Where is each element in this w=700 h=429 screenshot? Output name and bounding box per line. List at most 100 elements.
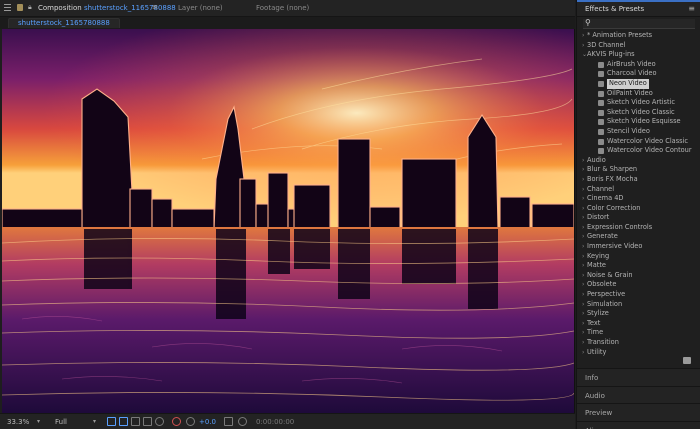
effects-search-input[interactable] — [597, 20, 691, 28]
effects-category[interactable]: › Matte — [577, 261, 700, 271]
chevron-right-icon[interactable]: › — [582, 328, 584, 338]
comp-tab[interactable]: shutterstock_1165780888 — [8, 18, 120, 28]
effects-category[interactable]: › Distort — [577, 213, 700, 223]
transparency-grid-icon[interactable] — [119, 417, 128, 426]
effects-category[interactable]: › Generate — [577, 232, 700, 242]
effects-category[interactable]: › Keying — [577, 252, 700, 262]
current-time-display[interactable]: 0:00:00:00 — [256, 417, 296, 427]
effects-category-label: Keying — [587, 251, 610, 260]
chevron-right-icon[interactable]: › — [582, 338, 584, 348]
magnification-dropdown[interactable]: 33.3% ▾ — [4, 417, 42, 427]
effects-category[interactable]: › Noise & Grain — [577, 271, 700, 281]
effects-category[interactable]: › Audio — [577, 156, 700, 166]
chevron-right-icon[interactable]: › — [582, 223, 584, 233]
chevron-right-icon[interactable]: › — [582, 280, 584, 290]
effects-category[interactable]: › Cinema 4D — [577, 194, 700, 204]
effects-category-label: Color Correction — [587, 203, 641, 212]
effects-search-box[interactable]: ⚲ — [583, 18, 695, 29]
effects-category[interactable]: › Transition — [577, 338, 700, 348]
audio-panel-header[interactable]: Audio — [577, 386, 700, 404]
chevron-right-icon[interactable]: › — [582, 252, 584, 262]
camera-snapshot-icon[interactable] — [224, 417, 233, 426]
effects-category-label: Transition — [587, 338, 619, 346]
chevron-right-icon[interactable]: › — [582, 194, 584, 204]
preview-panel-header[interactable]: Preview — [577, 403, 700, 421]
effects-category-label: Text — [587, 318, 601, 327]
effects-category-label: Channel — [587, 184, 615, 193]
neon-skyline-image — [2, 29, 574, 413]
color-management-icon[interactable] — [186, 417, 195, 426]
effects-category[interactable]: › Channel — [577, 185, 700, 195]
effects-category[interactable]: › Simulation — [577, 300, 700, 310]
effect-item[interactable]: Stencil Video — [577, 127, 700, 137]
effects-category[interactable]: › Utility — [577, 348, 700, 358]
chevron-right-icon[interactable]: › — [582, 261, 584, 271]
effect-item[interactable]: Sketch Video Artistic — [577, 98, 700, 108]
effects-category[interactable]: › Boris FX Mocha — [577, 175, 700, 185]
effects-category-label: Obsolete — [587, 280, 617, 289]
chevron-right-icon[interactable]: › — [582, 185, 584, 195]
chevron-right-icon[interactable]: › — [582, 271, 584, 281]
footage-viewer-tab[interactable]: Footage (none) — [256, 4, 309, 12]
chevron-right-icon[interactable]: › — [582, 232, 584, 242]
effects-category[interactable]: › Color Correction — [577, 204, 700, 214]
effect-item[interactable]: Watercolor Video Contour — [577, 146, 700, 156]
chevron-right-icon[interactable]: › — [582, 300, 584, 310]
effect-item[interactable]: Neon Video — [577, 78, 700, 89]
chevron-right-icon[interactable]: › — [582, 165, 584, 175]
effects-category-label: Utility — [587, 347, 607, 356]
toggle-guides-icon[interactable] — [155, 417, 164, 426]
region-of-interest-icon[interactable] — [143, 417, 152, 426]
composition-viewer[interactable] — [2, 29, 574, 413]
effects-category[interactable]: › Time — [577, 328, 700, 338]
chevron-right-icon[interactable]: › — [582, 175, 584, 185]
chevron-right-icon[interactable]: › — [582, 290, 584, 300]
hamburger-menu-icon[interactable]: ≡ — [688, 4, 695, 13]
effects-category[interactable]: › Obsolete — [577, 280, 700, 290]
show-snapshot-icon[interactable] — [238, 417, 247, 426]
composition-panel: 🔒︎ Composition shutterstock_1165780888 ≡… — [0, 0, 575, 429]
new-bin-icon[interactable] — [683, 357, 691, 364]
mask-visibility-icon[interactable] — [131, 417, 140, 426]
effect-icon — [598, 128, 604, 135]
hamburger-menu-icon[interactable]: ≡ — [152, 3, 158, 11]
layer-viewer-tab[interactable]: Layer (none) — [178, 4, 223, 12]
effects-category-label: Simulation — [587, 299, 623, 308]
chevron-right-icon[interactable]: › — [582, 309, 584, 319]
chevron-right-icon[interactable]: › — [582, 41, 584, 51]
effects-category[interactable]: › 3D Channel — [577, 41, 700, 51]
effects-category[interactable]: › Perspective — [577, 290, 700, 300]
channel-icon[interactable] — [172, 417, 181, 426]
effects-panel-title[interactable]: Effects & Presets — [585, 5, 644, 13]
effect-item[interactable]: Watercolor Video Classic — [577, 137, 700, 147]
fast-previews-icon[interactable] — [107, 417, 116, 426]
chevron-right-icon[interactable]: › — [582, 348, 584, 358]
chevron-right-icon[interactable]: › — [582, 242, 584, 252]
align-panel-header[interactable]: Align — [577, 421, 700, 429]
effects-category[interactable]: › * Animation Presets — [577, 31, 700, 41]
effects-category[interactable]: › Immersive Video — [577, 242, 700, 252]
effect-item[interactable]: OilPaint Video — [577, 89, 700, 99]
composition-name: shutterstock_1165780888 — [83, 4, 176, 12]
effect-item[interactable]: Charcoal Video — [577, 69, 700, 79]
effects-category[interactable]: ⌄ AKVIS Plug-ins — [577, 50, 700, 60]
chevron-right-icon[interactable]: › — [582, 319, 584, 329]
effects-category[interactable]: › Expression Controls — [577, 223, 700, 233]
effect-item[interactable]: Sketch Video Classic — [577, 108, 700, 118]
effects-category[interactable]: › Blur & Sharpen — [577, 165, 700, 175]
chevron-right-icon[interactable]: › — [582, 213, 584, 223]
effect-icon — [598, 80, 604, 87]
chevron-right-icon[interactable]: › — [582, 156, 584, 166]
close-icon[interactable]: 🔒︎ — [28, 3, 32, 12]
effects-category[interactable]: › Text — [577, 319, 700, 329]
exposure-value[interactable]: +0.0 — [199, 417, 216, 427]
chevron-right-icon[interactable]: › — [582, 31, 584, 41]
effect-item[interactable]: AirBrush Video — [577, 60, 700, 70]
lock-icon[interactable] — [17, 4, 23, 11]
info-panel-header[interactable]: Info — [577, 368, 700, 386]
effects-category[interactable]: › Stylize — [577, 309, 700, 319]
effect-item[interactable]: Sketch Video Esquisse — [577, 117, 700, 127]
resolution-dropdown[interactable]: Full ▾ — [52, 417, 98, 427]
chevron-right-icon[interactable]: › — [582, 204, 584, 214]
panel-menu-icon[interactable] — [4, 4, 11, 11]
